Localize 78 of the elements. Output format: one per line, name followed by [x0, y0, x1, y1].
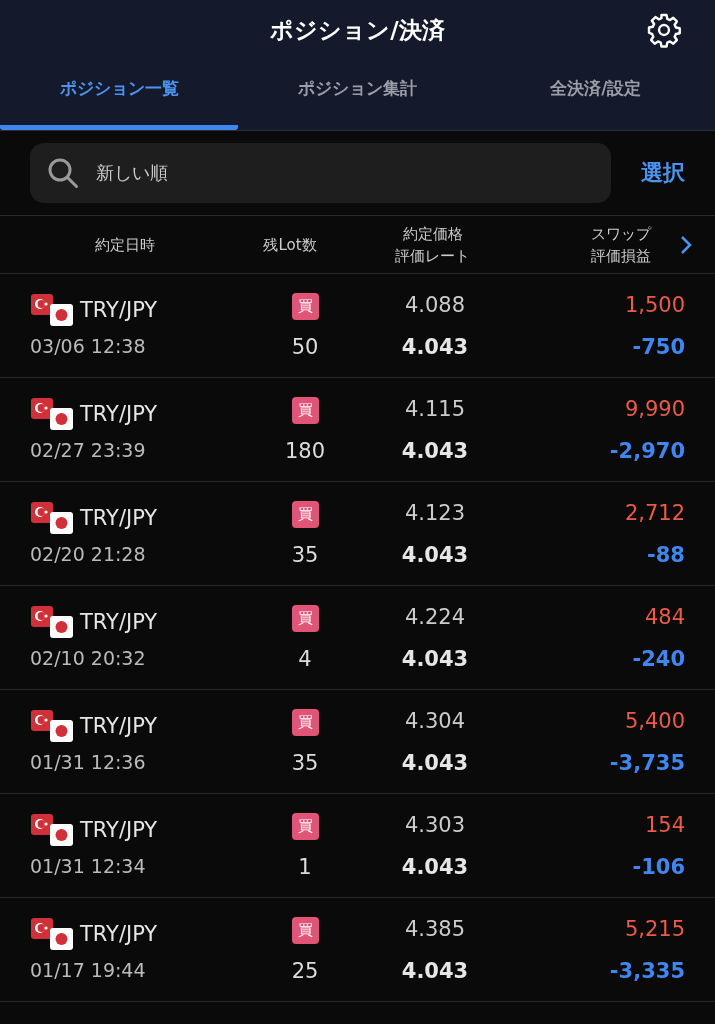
profit-loss-value: -240: [632, 646, 685, 671]
currency-pair: TRY/JPY: [80, 401, 158, 426]
lot-count: 35: [291, 542, 319, 567]
lot-count: 25: [291, 958, 319, 983]
column-header: 約定価格: [402, 223, 463, 245]
profit-loss-value: -750: [632, 334, 685, 359]
column-header: 評価損益: [591, 245, 651, 267]
contract-date: 02/27 23:39: [30, 438, 147, 463]
search-icon: [46, 156, 80, 190]
currency-pair: TRY/JPY: [80, 505, 158, 530]
profit-loss-value: -2,970: [609, 438, 685, 463]
profit-loss-value: -88: [647, 542, 685, 567]
tab[interactable]: 全決済/設定: [476, 60, 715, 130]
currency-pair: TRY/JPY: [80, 713, 158, 738]
currency-pair: TRY/JPY: [80, 297, 158, 322]
valuation-rate: 4.043: [401, 542, 469, 567]
lot-count: 180: [284, 438, 326, 463]
contract-price: 4.115: [404, 396, 466, 423]
contract-date: 03/06 12:38: [30, 334, 147, 359]
contract-price: 4.123: [404, 500, 466, 527]
column-header: 評価レート: [395, 245, 470, 267]
currency-pair: TRY/JPY: [80, 817, 158, 842]
contract-date: 01/31 12:34: [30, 854, 147, 879]
column-header: スワップ: [591, 223, 651, 245]
buy-badge: 買: [291, 500, 319, 528]
turkey-japan-flags-icon: [30, 916, 76, 951]
tab[interactable]: ポジション集計: [238, 60, 477, 130]
buy-badge: 買: [291, 604, 319, 632]
turkey-japan-flags-icon: [30, 292, 76, 327]
contract-price: 4.088: [404, 292, 466, 319]
swap-value: 1,500: [624, 292, 685, 319]
valuation-rate: 4.043: [401, 438, 469, 463]
turkey-japan-flags-icon: [30, 396, 76, 431]
profit-loss-value: -106: [632, 854, 685, 879]
swap-value: 154: [644, 812, 685, 839]
settings-icon[interactable]: [646, 12, 682, 48]
valuation-rate: 4.043: [401, 646, 469, 671]
column-header: 残Lot数: [263, 234, 317, 256]
swap-value: 5,400: [624, 708, 685, 735]
buy-badge: 買: [291, 812, 319, 840]
chevron-right-icon[interactable]: [679, 234, 693, 255]
currency-pair: TRY/JPY: [80, 609, 158, 634]
profit-loss-value: -3,335: [609, 958, 685, 983]
column-header: 約定日時: [95, 234, 155, 256]
screen-title: ポジション/決済: [270, 15, 445, 45]
valuation-rate: 4.043: [401, 854, 469, 879]
select-button[interactable]: 選択: [641, 158, 685, 188]
contract-date: 01/31 12:36: [30, 750, 147, 775]
sort-field[interactable]: 新しい順: [30, 143, 611, 203]
contract-price: 4.385: [404, 916, 466, 943]
valuation-rate: 4.043: [401, 334, 469, 359]
contract-price: 4.304: [404, 708, 466, 735]
contract-date: 02/10 20:32: [30, 646, 147, 671]
swap-value: 9,990: [624, 396, 685, 423]
currency-pair: TRY/JPY: [80, 921, 158, 946]
lot-count: 4: [298, 646, 312, 671]
buy-badge: 買: [291, 916, 319, 944]
turkey-japan-flags-icon: [30, 708, 76, 743]
buy-badge: 買: [291, 708, 319, 736]
swap-value: 2,712: [624, 500, 685, 527]
contract-price: 4.303: [404, 812, 466, 839]
swap-value: 484: [644, 604, 685, 631]
contract-price: 4.224: [404, 604, 466, 631]
buy-badge: 買: [291, 396, 319, 424]
lot-count: 1: [298, 854, 312, 879]
valuation-rate: 4.043: [401, 958, 469, 983]
contract-date: 02/20 21:28: [30, 542, 147, 567]
swap-value: 5,215: [624, 916, 685, 943]
buy-badge: 買: [291, 292, 319, 320]
lot-count: 35: [291, 750, 319, 775]
contract-date: 01/17 19:44: [30, 958, 147, 983]
lot-count: 50: [291, 334, 319, 359]
turkey-japan-flags-icon: [30, 500, 76, 535]
turkey-japan-flags-icon: [30, 604, 76, 639]
turkey-japan-flags-icon: [30, 812, 76, 847]
valuation-rate: 4.043: [401, 750, 469, 775]
profit-loss-value: -3,735: [609, 750, 685, 775]
tab[interactable]: ポジション一覧: [0, 60, 239, 130]
